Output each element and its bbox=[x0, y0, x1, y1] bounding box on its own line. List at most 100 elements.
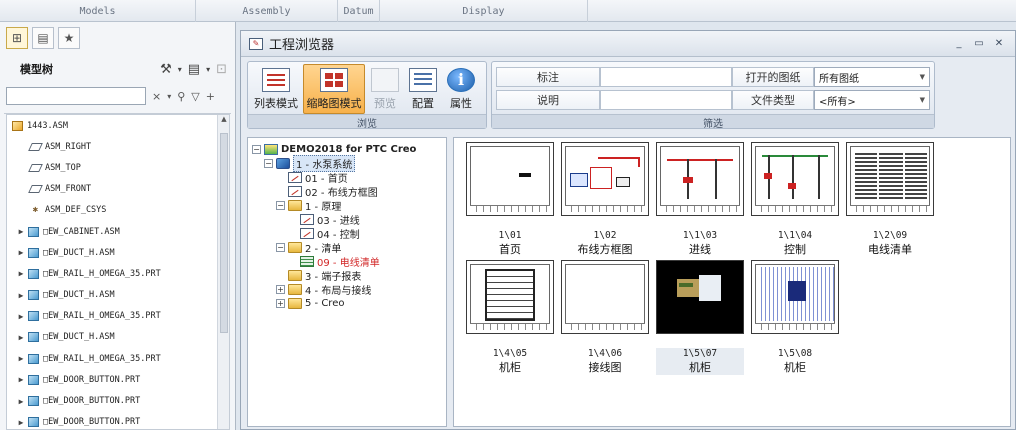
component-icon bbox=[28, 417, 39, 428]
ribbon-group-models[interactable]: Models bbox=[0, 0, 196, 22]
file-type-select[interactable]: <所有> ▼ bbox=[814, 90, 930, 110]
collapse-toggle-icon[interactable]: − bbox=[252, 144, 261, 154]
thumbnail-card[interactable]: 1\4\06 接线图 bbox=[561, 260, 649, 374]
tree-node-label: 04 - 控制 bbox=[317, 229, 360, 241]
thumbnail-card[interactable]: 1\1\03 进线 bbox=[656, 142, 744, 256]
tree-row[interactable]: ▶ □EW_RAIL_H_OMEGA_35.PRT bbox=[7, 263, 229, 284]
ribbon-group-strip: Models Assembly Datum Display bbox=[0, 0, 1016, 22]
tree-node-folder[interactable]: − 1 - 原理 bbox=[276, 198, 341, 213]
expand-arrow-icon[interactable]: ▶ bbox=[15, 269, 27, 278]
expand-arrow-icon[interactable]: ▶ bbox=[15, 312, 27, 321]
tree-node-drawing[interactable]: 03 - 进线 bbox=[300, 212, 360, 227]
dropdown-arrow-icon[interactable]: ▾ bbox=[206, 65, 210, 74]
tree-node-folder[interactable]: − 2 - 清单 bbox=[276, 240, 341, 255]
thumbnail-card[interactable]: 1\1\04 控制 bbox=[751, 142, 839, 256]
tree-row-root[interactable]: 1443.ASM bbox=[7, 115, 229, 136]
thumbnail-mode-icon bbox=[320, 68, 348, 92]
datum-plane-icon bbox=[28, 142, 43, 151]
thumbnail-mode-button[interactable]: 缩略图模式 bbox=[303, 64, 365, 114]
ribbon-group-display[interactable]: Display bbox=[380, 0, 588, 22]
tree-row[interactable]: ▶ □EW_RAIL_H_OMEGA_35.PRT bbox=[7, 348, 229, 369]
clear-icon[interactable]: × bbox=[152, 90, 161, 103]
preview-button[interactable]: 预览 bbox=[367, 64, 403, 114]
list-mode-button[interactable]: 列表模式 bbox=[251, 64, 301, 114]
description-field[interactable] bbox=[600, 90, 732, 110]
close-icon[interactable]: ✕ bbox=[991, 38, 1007, 49]
thumbnail-card-selected[interactable]: 1\5\07 机柜 bbox=[656, 260, 744, 375]
ribbon-group-datum[interactable]: Datum bbox=[338, 0, 380, 22]
expand-arrow-icon[interactable]: ▶ bbox=[15, 227, 27, 236]
tree-row[interactable]: ✱ ASM_DEF_CSYS bbox=[7, 200, 229, 221]
tree-node-drawing[interactable]: 02 - 布线方框图 bbox=[288, 184, 378, 199]
tree-row[interactable]: ▶ □EW_CABINET.ASM bbox=[7, 221, 229, 242]
tree-node-system[interactable]: − 1 - 水泵系统 bbox=[264, 154, 356, 172]
add-icon[interactable]: + bbox=[206, 90, 215, 103]
tree-row[interactable]: ▶ □EW_RAIL_H_OMEGA_35.PRT bbox=[7, 306, 229, 327]
filter-funnel-icon[interactable]: ▽ bbox=[191, 90, 199, 103]
favorites-tab-icon[interactable]: ★ bbox=[58, 27, 80, 49]
tree-node-drawing[interactable]: 01 - 首页 bbox=[288, 170, 348, 185]
thumbnail-card[interactable]: 1\5\08 机柜 bbox=[751, 260, 839, 374]
tree-filter-icon[interactable]: ⊡ bbox=[216, 62, 227, 77]
tree-row[interactable]: ASM_TOP bbox=[7, 157, 229, 178]
tree-row[interactable]: ▶ □EW_DUCT_H.ASM bbox=[7, 242, 229, 263]
drawing-thumbnail bbox=[466, 260, 554, 334]
expand-arrow-icon[interactable]: ▶ bbox=[15, 248, 27, 257]
tree-row[interactable]: ▶ □EW_DOOR_BUTTON.PRT bbox=[7, 369, 229, 390]
tree-row[interactable]: ASM_FRONT bbox=[7, 179, 229, 200]
tree-row[interactable]: ▶ □EW_DOOR_BUTTON.PRT bbox=[7, 412, 229, 429]
tree-row[interactable]: ▶ □EW_DOOR_BUTTON.PRT bbox=[7, 390, 229, 411]
expand-arrow-icon[interactable]: ▶ bbox=[15, 291, 27, 300]
tree-row[interactable]: ▶ □EW_DUCT_H.ASM bbox=[7, 285, 229, 306]
minimize-icon[interactable]: _ bbox=[951, 38, 967, 49]
window-title: 工程浏览器 bbox=[269, 38, 335, 53]
tree-node-label: 01 - 首页 bbox=[305, 173, 348, 185]
tree-row-label: □EW_DUCT_H.ASM bbox=[43, 332, 115, 343]
scrollbar-thumb[interactable] bbox=[220, 133, 228, 333]
collapse-toggle-icon[interactable]: − bbox=[276, 200, 285, 210]
folder-browser-tab-icon[interactable]: ▤ bbox=[32, 27, 54, 49]
expand-arrow-icon[interactable]: ▶ bbox=[15, 333, 27, 342]
expand-arrow-icon[interactable]: ▶ bbox=[15, 397, 27, 406]
thumbnail-card[interactable]: 1\02 布线方框图 bbox=[561, 142, 649, 256]
thumbnail-code: 1\4\05 bbox=[492, 348, 528, 359]
tree-node-drawing[interactable]: 04 - 控制 bbox=[300, 226, 360, 241]
component-icon bbox=[28, 396, 39, 407]
tree-row[interactable]: ▶ □EW_DUCT_H.ASM bbox=[7, 327, 229, 348]
collapse-toggle-icon[interactable]: − bbox=[264, 158, 273, 168]
expand-toggle-icon[interactable]: + bbox=[276, 284, 285, 294]
expand-toggle-icon[interactable]: + bbox=[276, 298, 285, 308]
tree-columns-icon[interactable]: ▤ bbox=[188, 62, 200, 77]
tree-node-folder[interactable]: + 5 - Creo bbox=[276, 296, 344, 310]
window-titlebar[interactable]: ✎ 工程浏览器 _ ▭ ✕ bbox=[241, 31, 1015, 57]
tree-node-folder[interactable]: 3 - 端子报表 bbox=[288, 268, 361, 283]
tree-row[interactable]: ASM_RIGHT bbox=[7, 136, 229, 157]
thumbnail-card[interactable]: 1\2\09 电线清单 bbox=[846, 142, 934, 256]
maximize-icon[interactable]: ▭ bbox=[971, 38, 987, 49]
tree-row-label: □EW_RAIL_H_OMEGA_35.PRT bbox=[43, 311, 161, 322]
properties-button[interactable]: i 属性 bbox=[443, 64, 479, 114]
dropdown-arrow-icon[interactable]: ▾ bbox=[178, 65, 182, 74]
thumbnail-card[interactable]: 1\01 首页 bbox=[466, 142, 554, 256]
open-drawings-value: 所有图纸 bbox=[819, 73, 859, 85]
expand-arrow-icon[interactable]: ▶ bbox=[15, 375, 27, 384]
open-drawings-select[interactable]: 所有图纸 ▼ bbox=[814, 67, 930, 87]
expand-arrow-icon[interactable]: ▶ bbox=[15, 354, 27, 363]
dropdown-arrow-icon[interactable]: ▾ bbox=[167, 92, 171, 101]
config-label: 配置 bbox=[412, 97, 434, 110]
config-button[interactable]: 配置 bbox=[405, 64, 441, 114]
drawing-thumbnail bbox=[656, 142, 744, 216]
tree-node-folder[interactable]: + 4 - 布局与接线 bbox=[276, 282, 371, 297]
expand-arrow-icon[interactable]: ▶ bbox=[15, 418, 27, 427]
model-tree-scrollbar[interactable]: ▲ bbox=[217, 115, 229, 429]
collapse-toggle-icon[interactable]: − bbox=[276, 242, 285, 252]
tree-settings-icon[interactable]: ⚒ bbox=[160, 62, 172, 77]
tree-node-drawing-active[interactable]: 09 - 电线清单 bbox=[300, 254, 380, 269]
find-binoculars-icon[interactable]: ⚲ bbox=[177, 90, 185, 103]
model-tree-search-input[interactable] bbox=[6, 87, 146, 105]
ribbon-group-assembly[interactable]: Assembly bbox=[196, 0, 338, 22]
annotation-field[interactable] bbox=[600, 67, 732, 87]
scroll-up-arrow-icon[interactable]: ▲ bbox=[218, 115, 229, 129]
model-tree-tab-icon[interactable]: ⊞ bbox=[6, 27, 28, 49]
thumbnail-card[interactable]: 1\4\05 机柜 bbox=[466, 260, 554, 374]
